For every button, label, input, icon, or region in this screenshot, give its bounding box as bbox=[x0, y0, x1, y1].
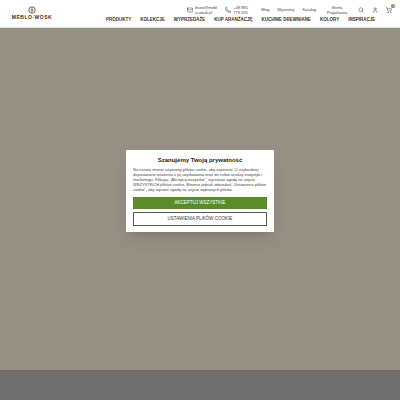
cookie-settings-button[interactable]: USTAWIENIA PLIKÓW COOKIE bbox=[133, 212, 267, 226]
nav-item[interactable]: KUP ARANŻACJĘ bbox=[214, 17, 252, 23]
nav-item[interactable]: PRODUKTY bbox=[106, 17, 131, 23]
page: MEBLO·WOSK biuro@meblo-wosk.pl +48 881 779… bbox=[0, 0, 400, 400]
nav-item[interactable]: KUCHNIE DREWNIANE bbox=[262, 17, 312, 23]
user-icon[interactable] bbox=[372, 7, 378, 13]
nav-item[interactable]: KOLORY bbox=[320, 17, 339, 23]
mail-icon bbox=[187, 7, 193, 13]
logo[interactable]: MEBLO·WOSK bbox=[8, 0, 56, 27]
cart-button[interactable]: 0 bbox=[386, 7, 392, 13]
dialog-text: Na naszej stronie używamy plików cookie,… bbox=[133, 167, 267, 192]
top-link[interactable]: Katalog bbox=[302, 7, 316, 12]
site-header: MEBLO·WOSK biuro@meblo-wosk.pl +48 881 779… bbox=[0, 0, 400, 28]
cookie-dialog: Szanujemy Twoją prywatność Na naszej stro… bbox=[126, 150, 274, 232]
bottom-strip bbox=[0, 370, 400, 400]
accept-all-button[interactable]: AKCEPTUJ WSZYSTKIE bbox=[133, 197, 267, 209]
top-link[interactable]: Strefa Projektanta bbox=[324, 5, 350, 15]
top-bar: biuro@meblo-wosk.pl +48 881 779 205 Blog Wy… bbox=[106, 5, 392, 15]
top-link[interactable]: Blog bbox=[261, 7, 269, 12]
search-icon[interactable] bbox=[358, 7, 364, 13]
logo-icon bbox=[28, 6, 36, 14]
phone-link[interactable]: +48 881 779 205 bbox=[225, 5, 253, 15]
main-nav: PRODUKTY KOLEKCJE WYPRZEDAŻE KUP ARANŻACJĘ K… bbox=[106, 17, 392, 23]
cart-badge: 0 bbox=[391, 4, 395, 8]
email-link[interactable]: biuro@meblo-wosk.pl bbox=[187, 5, 217, 15]
top-link[interactable]: Wyszukaj bbox=[277, 7, 294, 12]
nav-item[interactable]: WYPRZEDAŻE bbox=[174, 17, 206, 23]
dialog-title: Szanujemy Twoją prywatność bbox=[133, 156, 267, 164]
nav-item[interactable]: KOLEKCJE bbox=[140, 17, 165, 23]
phone-icon bbox=[225, 7, 231, 13]
nav-item[interactable]: INSPIRACJE bbox=[348, 17, 375, 23]
